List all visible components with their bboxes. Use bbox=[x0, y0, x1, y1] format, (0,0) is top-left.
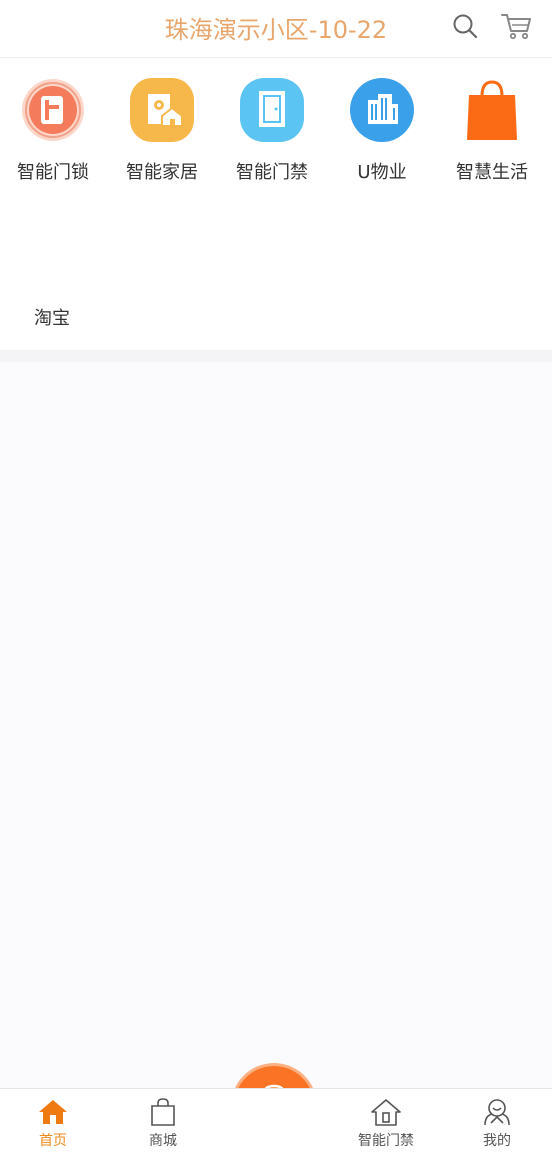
tab-home[interactable]: 首页 bbox=[0, 1089, 108, 1152]
quick-menu: 智能门锁 智能家居 智能门禁 U物业 智慧生活 淘宝 bbox=[0, 58, 552, 358]
building-icon bbox=[350, 78, 414, 142]
tab-label: 智能门禁 bbox=[358, 1133, 414, 1149]
search-icon[interactable] bbox=[450, 11, 480, 41]
user-icon bbox=[481, 1097, 513, 1127]
quick-item-door-lock[interactable]: 智能门锁 bbox=[3, 78, 103, 188]
door-access-icon bbox=[240, 78, 304, 142]
shopping-bag-outline-icon bbox=[147, 1097, 179, 1127]
tab-door-access[interactable]: 智能门禁 bbox=[331, 1089, 441, 1152]
bottom-tab-bar: 首页 商城 智能门禁 我的 bbox=[0, 1088, 552, 1152]
quick-item-label: U物业 bbox=[357, 162, 407, 183]
door-lock-icon bbox=[21, 78, 85, 142]
taobao-link[interactable]: 淘宝 bbox=[34, 304, 70, 330]
header-bar: 珠海演示小区-10-22 bbox=[0, 0, 552, 58]
smart-home-icon bbox=[130, 78, 194, 142]
quick-item-smart-home[interactable]: 智能家居 bbox=[112, 78, 212, 188]
tab-me[interactable]: 我的 bbox=[442, 1089, 552, 1152]
tab-label: 首页 bbox=[39, 1133, 67, 1149]
section-divider bbox=[0, 350, 552, 362]
shopping-bag-icon bbox=[460, 78, 524, 142]
quick-item-label: 智能门禁 bbox=[236, 162, 308, 183]
quick-item-label: 智慧生活 bbox=[456, 162, 528, 183]
quick-item-smart-life[interactable]: 智慧生活 bbox=[442, 78, 542, 188]
cart-icon[interactable] bbox=[500, 11, 531, 41]
quick-item-u-property[interactable]: U物业 bbox=[332, 78, 432, 188]
house-outline-icon bbox=[370, 1097, 402, 1127]
quick-item-door-access[interactable]: 智能门禁 bbox=[222, 78, 322, 188]
home-icon bbox=[37, 1097, 69, 1127]
tab-mall[interactable]: 商城 bbox=[108, 1089, 218, 1152]
quick-item-label: 智能家居 bbox=[126, 162, 198, 183]
tab-label: 我的 bbox=[483, 1133, 511, 1149]
quick-item-label: 智能门锁 bbox=[17, 162, 89, 183]
tab-label: 商城 bbox=[149, 1133, 177, 1149]
